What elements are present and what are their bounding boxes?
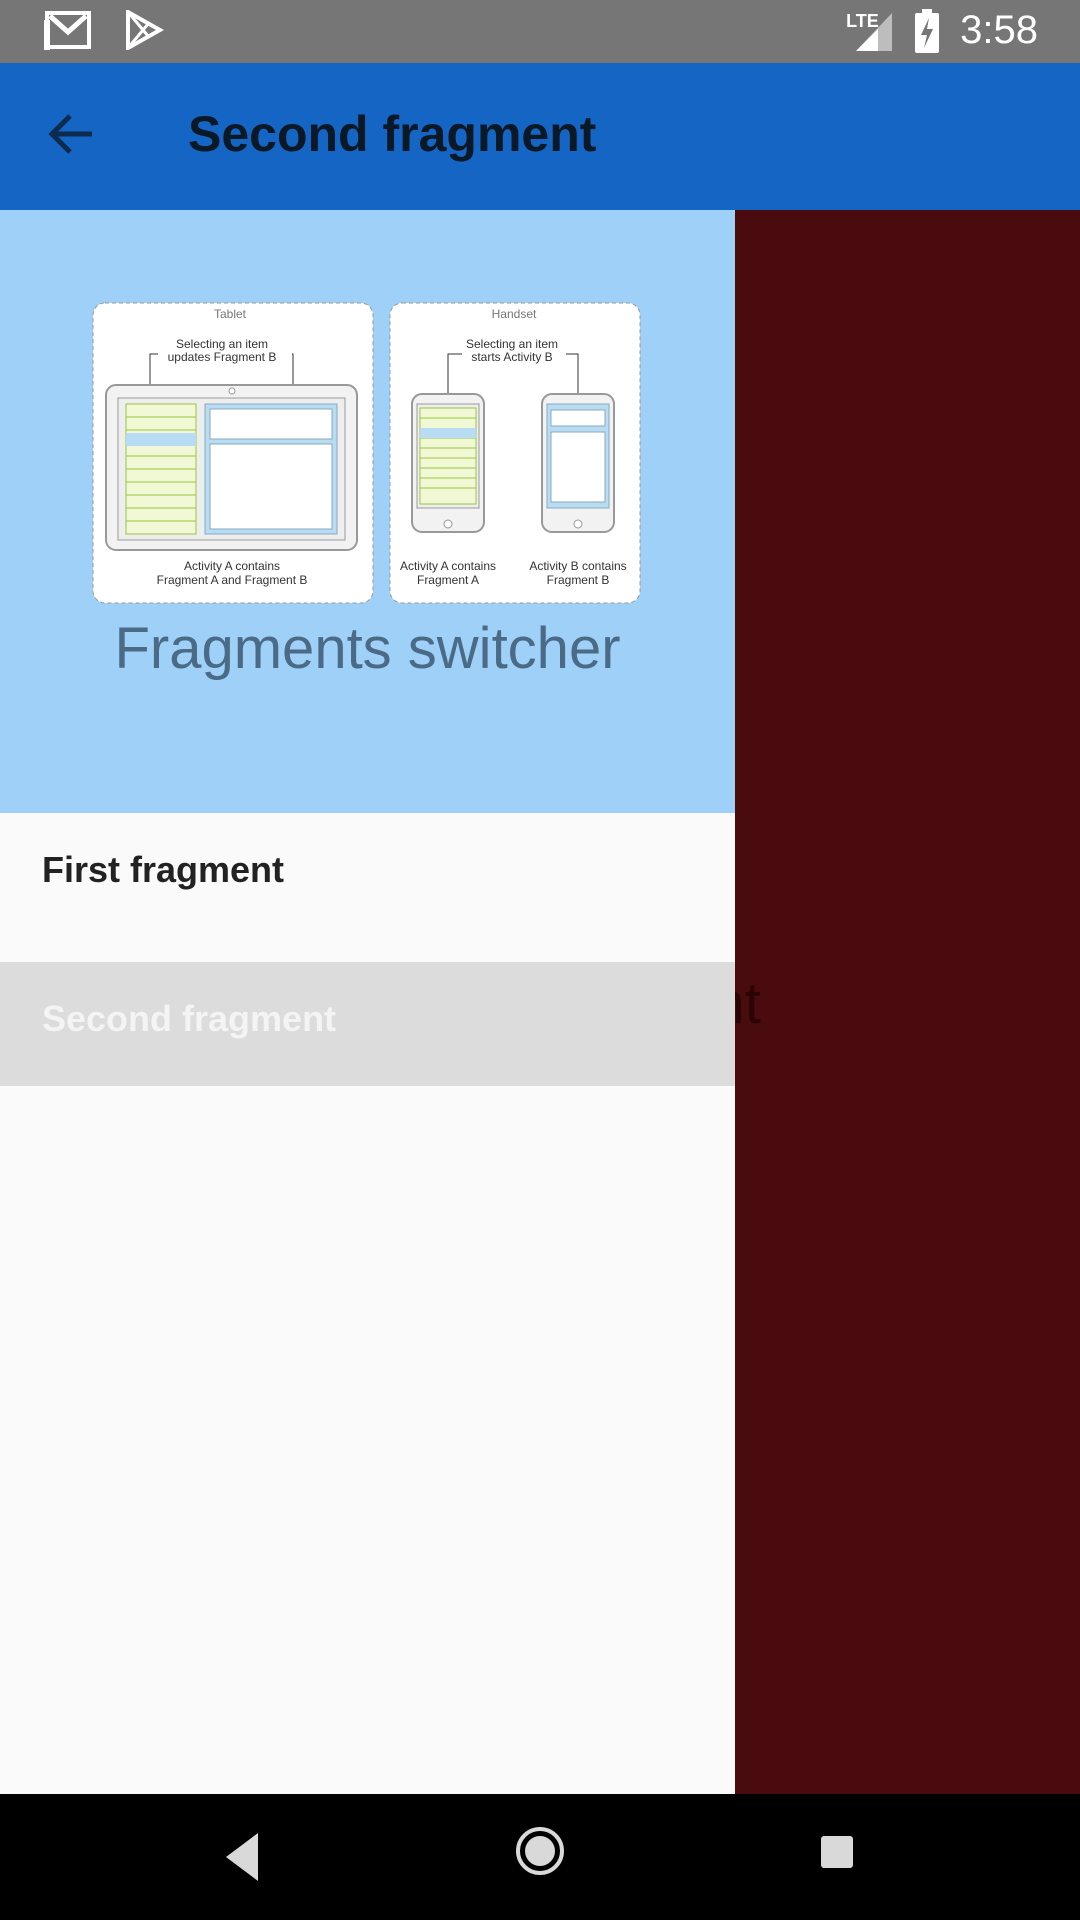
battery-charging-icon — [915, 8, 940, 53]
arrow-back-icon[interactable] — [40, 103, 102, 165]
handset-a-caption-line2: Fragment A — [417, 573, 479, 587]
app-bar: Second fragment — [0, 63, 1080, 210]
handset-a-caption-line1: Activity A contains — [400, 559, 496, 573]
signal-icon: LTE — [846, 9, 894, 53]
play-store-icon — [126, 10, 164, 50]
drawer-item-label: Second fragment — [42, 998, 337, 1039]
handset-callout-line2: starts Activity B — [471, 350, 552, 364]
system-nav-bar — [0, 1794, 1080, 1920]
drawer-item-label: First fragment — [42, 849, 285, 890]
tablet-callout-line1: Selecting an item — [176, 337, 268, 351]
home-circle-icon[interactable] — [514, 1825, 566, 1877]
page-title: Second fragment — [188, 106, 597, 162]
handset-b-caption-line1: Activity B contains — [529, 559, 626, 573]
tablet-label: Tablet — [214, 307, 247, 321]
drawer-item-first-fragment[interactable]: First fragment — [0, 813, 735, 937]
drawer-header-title: Fragments switcher — [114, 616, 621, 681]
handset-b-caption-line2: Fragment B — [547, 573, 610, 587]
recents-square-icon[interactable] — [819, 1834, 855, 1870]
clock: 3:58 — [960, 8, 1038, 52]
status-bar: LTE 3:58 — [0, 0, 1080, 63]
handset-label: Handset — [492, 307, 537, 321]
handset-callout-line1: Selecting an item — [466, 337, 558, 351]
navigation-drawer: Tablet Selecting an item updates Fragmen… — [0, 210, 735, 1794]
tablet-caption-line2: Fragment A and Fragment B — [157, 573, 308, 587]
tablet-caption-line1: Activity A contains — [184, 559, 280, 573]
drawer-header: Tablet Selecting an item updates Fragmen… — [0, 210, 735, 813]
tablet-callout-line2: updates Fragment B — [168, 350, 277, 364]
drawer-item-second-fragment[interactable]: Second fragment — [0, 962, 735, 1086]
fragments-diagram-image: Tablet Selecting an item updates Fragmen… — [92, 302, 641, 604]
back-triangle-icon[interactable] — [222, 1827, 262, 1887]
gmail-icon — [44, 11, 91, 50]
